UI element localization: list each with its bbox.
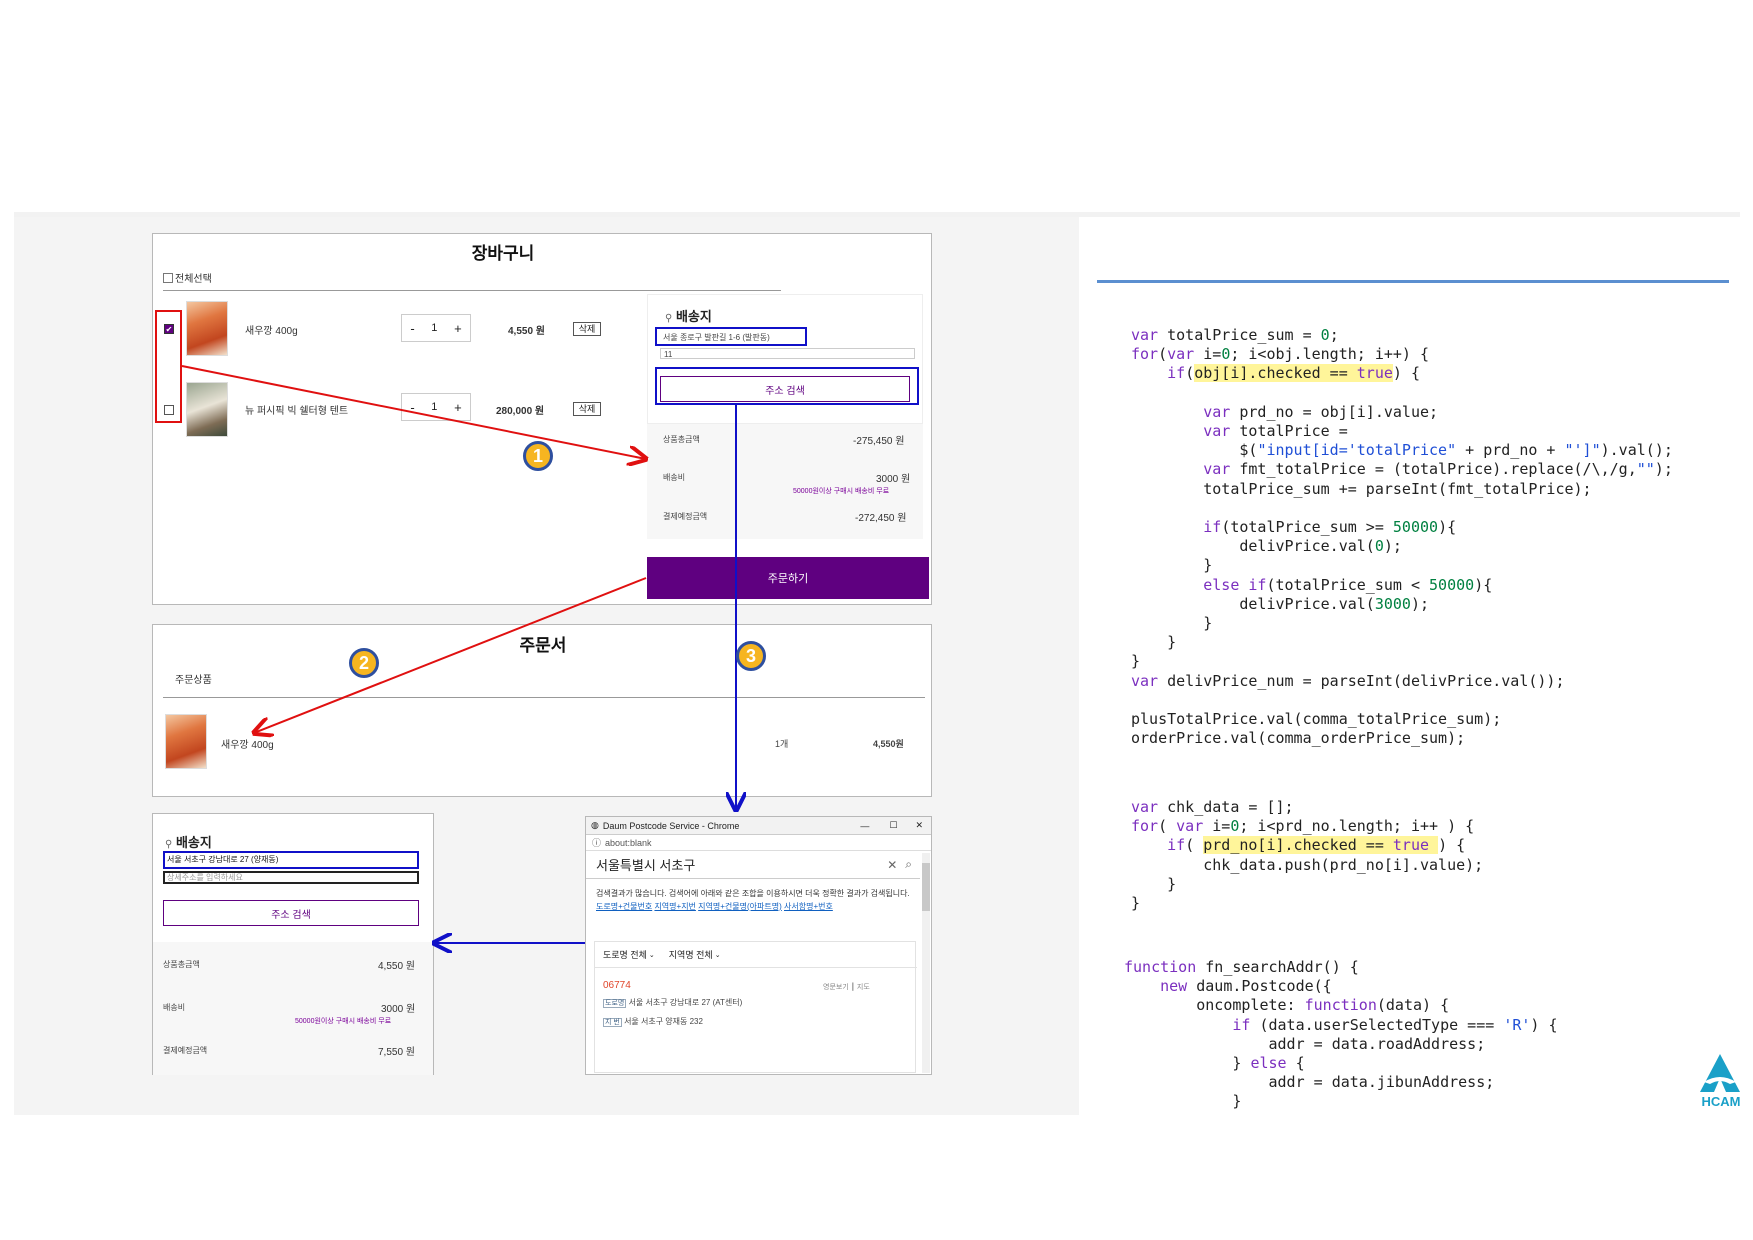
step-badge-3: 3 (736, 641, 766, 671)
hcam-logo-icon (1700, 1054, 1740, 1092)
hcam-logo-text: HCAM (1701, 1094, 1741, 1109)
code-header-rule (1097, 280, 1729, 283)
step-badge-1: 1 (523, 441, 553, 471)
code-block-cart: var totalPrice_sum = 0; for(var i=0; i<o… (1131, 326, 1673, 748)
arrow-step-2 (254, 577, 647, 733)
step-badge-2: 2 (349, 648, 379, 678)
code-block-checked: var chk_data = []; for( var i=0; i<prd_n… (1131, 798, 1484, 913)
arrow-step-1 (181, 365, 646, 459)
code-block-postcode: function fn_searchAddr() { new daum.Post… (1124, 958, 1558, 1111)
